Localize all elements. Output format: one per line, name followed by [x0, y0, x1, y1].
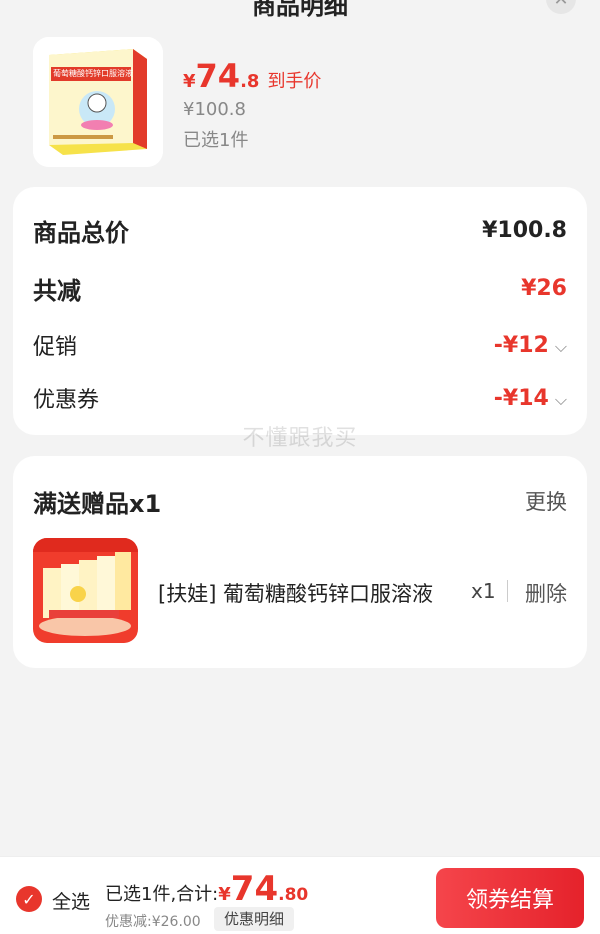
- divider: [507, 580, 508, 602]
- page-title: 商品明细: [252, 0, 348, 20]
- reduce-value: ¥26: [521, 276, 567, 301]
- promo-value: -¥12: [493, 332, 549, 358]
- price-currency: ¥: [183, 71, 196, 92]
- change-gift-button[interactable]: 更换: [525, 486, 567, 516]
- price-tag: 到手价: [267, 71, 322, 92]
- selected-count: 已选1件: [183, 130, 249, 151]
- product-item: 葡萄糖酸钙锌口服溶液 ¥ 74 .8 到手价 ¥100.8 已选1件: [33, 37, 580, 167]
- total-currency: ¥: [218, 884, 231, 905]
- total-prefix: 已选1件,合计:: [105, 884, 219, 905]
- header: 商品明细 ✕: [0, 0, 600, 20]
- product-image[interactable]: 葡萄糖酸钙锌口服溶液: [33, 37, 163, 167]
- total-value: ¥100.8: [482, 218, 567, 243]
- product-info: ¥ 74 .8 到手价 ¥100.8 已选1件: [183, 57, 321, 152]
- gift-image[interactable]: [33, 538, 138, 643]
- total-label: 商品总价: [33, 219, 129, 247]
- reduce-label: 共减: [33, 277, 81, 305]
- price-decimal: .8: [240, 71, 260, 92]
- select-all-checkbox[interactable]: ✓: [16, 886, 42, 912]
- gift-quantity: x1: [471, 579, 496, 603]
- medicine-box-icon: [33, 37, 163, 167]
- original-price: ¥100.8: [183, 99, 246, 120]
- coupon-label: 优惠券: [33, 388, 100, 413]
- price-integer: 74: [195, 57, 241, 95]
- close-icon: ✕: [553, 0, 568, 10]
- total-row: 商品总价 ¥100.8: [33, 213, 567, 248]
- gift-title: 满送赠品x1: [33, 490, 162, 518]
- gift-card: 满送赠品x1 更换 [扶娃] 葡萄糖酸钙锌口服溶液 x1 删除: [13, 456, 587, 668]
- bottom-bar: ✓ 全选 已选1件,合计: ¥ 74 .80 优惠减:¥26.00 优惠明细 领…: [0, 856, 600, 934]
- price-summary-card: 商品总价 ¥100.8 共减 ¥26 促销 -¥12 ⌵ 优惠券 -¥14 ⌵: [13, 187, 587, 435]
- watermark: 不懂跟我买: [242, 426, 358, 451]
- promo-row[interactable]: 促销 -¥12 ⌵: [33, 329, 567, 361]
- reduce-row: 共减 ¥26: [33, 271, 567, 306]
- checkout-button[interactable]: 领券结算: [436, 868, 584, 928]
- select-all-label[interactable]: 全选: [52, 887, 90, 914]
- discount-text: 优惠减:¥26.00: [105, 914, 201, 930]
- chevron-down-icon: ⌵: [554, 336, 567, 356]
- final-price: ¥ 74 .8 到手价: [183, 57, 321, 95]
- total-decimal: .80: [278, 885, 309, 905]
- delete-gift-button[interactable]: 删除: [525, 578, 567, 608]
- product-box-text: 葡萄糖酸钙锌口服溶液: [53, 69, 133, 78]
- order-total: 已选1件,合计: ¥ 74 .80: [105, 869, 308, 909]
- discount-detail-button[interactable]: 优惠明细: [214, 907, 295, 931]
- coupon-row[interactable]: 优惠券 -¥14 ⌵: [33, 382, 567, 414]
- gift-name[interactable]: [扶娃] 葡萄糖酸钙锌口服溶液: [158, 578, 458, 608]
- check-icon: ✓: [22, 889, 36, 909]
- total-integer: 74: [230, 869, 279, 909]
- gift-product-icon: [33, 538, 138, 643]
- coupon-value-wrap: -¥14 ⌵: [494, 386, 567, 411]
- promo-value-wrap: -¥12 ⌵: [494, 333, 567, 358]
- coupon-value: -¥14: [493, 385, 549, 411]
- promo-label: 促销: [33, 335, 78, 360]
- chevron-down-icon: ⌵: [554, 389, 567, 409]
